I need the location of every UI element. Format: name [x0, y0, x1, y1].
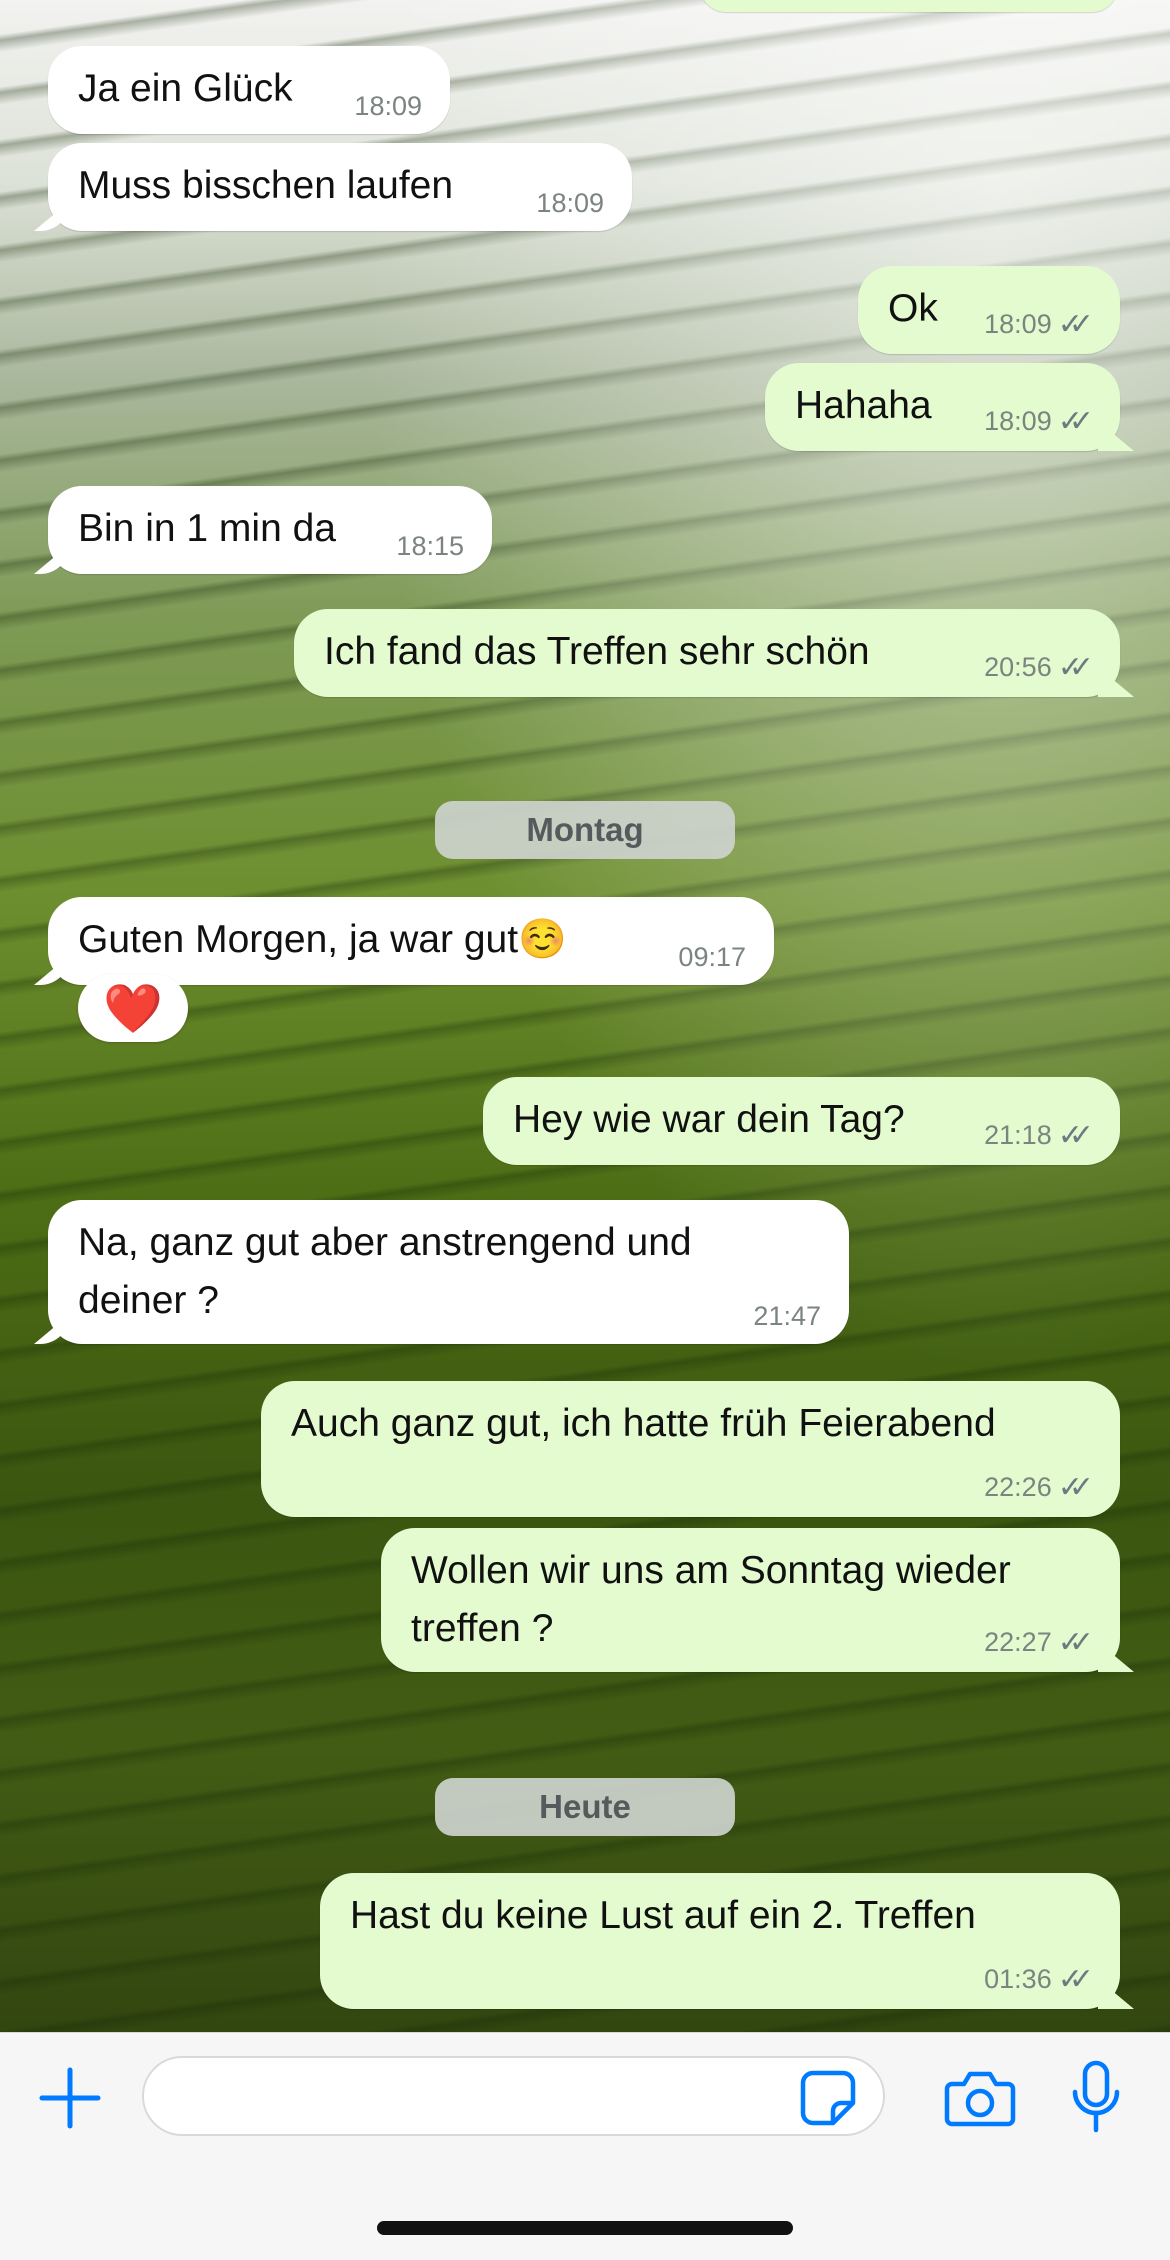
- message-text: Guten Morgen, ja war gut☺️: [78, 918, 567, 961]
- message-bubble-partial[interactable]: [700, 0, 1118, 12]
- message-bubble-outgoing[interactable]: Ok 18:09 ✓✓: [858, 266, 1120, 354]
- heart-reaction-icon: ❤️: [103, 982, 163, 1036]
- message-bubble-outgoing[interactable]: Hey wie war dein Tag? 21:18 ✓✓: [483, 1077, 1120, 1165]
- day-separator: Heute: [435, 1778, 735, 1836]
- read-receipt-icon: ✓✓: [1057, 1963, 1094, 1996]
- message-time: 18:09: [354, 91, 422, 121]
- read-receipt-icon: ✓✓: [1057, 1119, 1094, 1152]
- message-text: Na, ganz gut aber anstrengend und deiner…: [78, 1221, 692, 1322]
- voice-message-button[interactable]: [1060, 2058, 1132, 2138]
- reaction-badge[interactable]: ❤️: [78, 974, 188, 1042]
- message-time: 01:36: [984, 1964, 1052, 1994]
- camera-icon: [944, 2071, 1016, 2127]
- message-bubble-outgoing[interactable]: Hahaha 18:09 ✓✓: [765, 363, 1120, 451]
- message-text-field[interactable]: [142, 2056, 885, 2136]
- read-receipt-icon: ✓✓: [1057, 405, 1094, 438]
- message-text: Auch ganz gut, ich hatte früh Feierabend: [291, 1402, 996, 1445]
- message-bubble-outgoing[interactable]: Auch ganz gut, ich hatte früh Feierabend…: [261, 1381, 1120, 1517]
- message-bubble-incoming[interactable]: Muss bisschen laufen 18:09: [48, 143, 632, 231]
- message-time: 22:27: [984, 1627, 1052, 1657]
- message-bubble-incoming[interactable]: Guten Morgen, ja war gut☺️ 09:17: [48, 897, 774, 985]
- message-time: 21:18: [984, 1120, 1052, 1150]
- read-receipt-icon: ✓✓: [1057, 1626, 1094, 1659]
- plus-icon: [39, 2067, 101, 2129]
- camera-button[interactable]: [940, 2058, 1020, 2138]
- message-bubble-outgoing[interactable]: Ich fand das Treffen sehr schön 20:56 ✓✓: [294, 609, 1120, 697]
- message-time: 18:09: [536, 188, 604, 218]
- message-time: 20:56: [984, 652, 1052, 682]
- message-bubble-outgoing[interactable]: Wollen wir uns am Sonntag wieder treffen…: [381, 1528, 1120, 1672]
- message-time: 18:15: [396, 531, 464, 561]
- message-bubble-incoming[interactable]: Ja ein Glück 18:09: [48, 46, 450, 134]
- message-time: 09:17: [678, 942, 746, 972]
- attach-button[interactable]: [34, 2058, 106, 2138]
- message-text: Hast du keine Lust auf ein 2. Treffen: [350, 1894, 976, 1937]
- sticker-button[interactable]: [792, 2058, 864, 2138]
- read-receipt-icon: ✓✓: [1057, 308, 1094, 341]
- message-time: 18:09: [984, 406, 1052, 436]
- message-time: 18:09: [984, 309, 1052, 339]
- home-indicator: [377, 2221, 793, 2235]
- message-bubble-incoming[interactable]: Na, ganz gut aber anstrengend und deiner…: [48, 1200, 849, 1344]
- day-separator: Montag: [435, 801, 735, 859]
- sticker-icon: [800, 2070, 856, 2126]
- read-receipt-icon: ✓✓: [1057, 1471, 1094, 1504]
- message-text: Muss bisschen laufen: [78, 164, 454, 207]
- message-bubble-outgoing[interactable]: Hast du keine Lust auf ein 2. Treffen 01…: [320, 1873, 1120, 2009]
- message-time: 21:47: [753, 1301, 821, 1331]
- message-text: Ich fand das Treffen sehr schön: [324, 630, 870, 673]
- message-bubble-incoming[interactable]: Bin in 1 min da 18:15: [48, 486, 492, 574]
- read-receipt-icon: ✓✓: [1057, 651, 1094, 684]
- message-time: 22:26: [984, 1472, 1052, 1502]
- microphone-icon: [1072, 2060, 1120, 2133]
